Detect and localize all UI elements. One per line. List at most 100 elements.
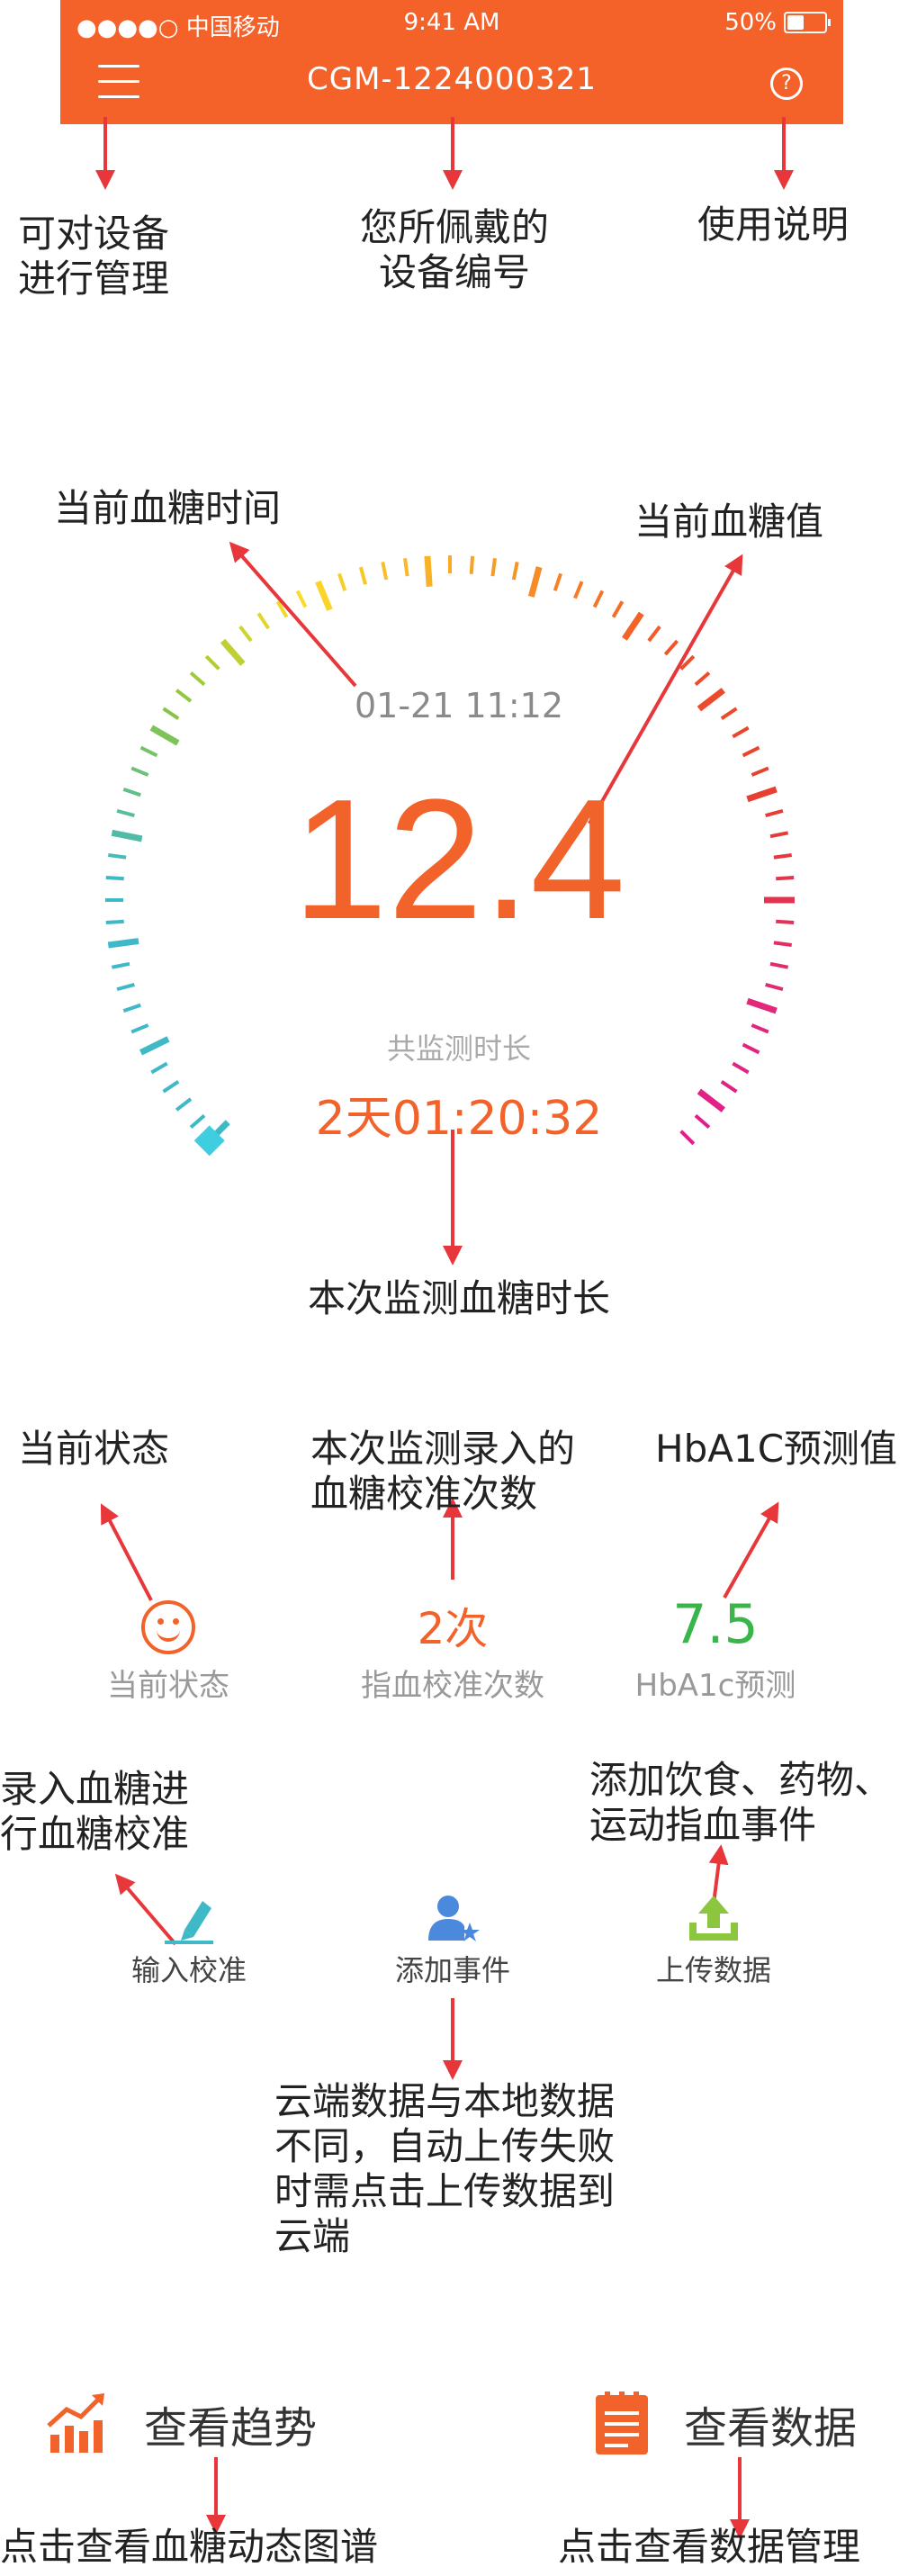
gauge-tick — [204, 654, 220, 671]
add-event-label: 添加事件 — [394, 1953, 510, 1987]
gauge-tick — [130, 766, 149, 777]
annotation-upload-line3: 时需点击上传数据到 — [274, 2169, 616, 2213]
gauge-tick — [175, 1097, 193, 1112]
annotation-device-line2: 设备编号 — [378, 250, 530, 294]
gauge-tick — [130, 1023, 149, 1034]
annotation-input-line2: 行血糖校准 — [0, 1812, 190, 1856]
gauge-tick — [315, 580, 333, 611]
annotation-add-event: 添加饮食、药物、 运动指血事件 — [589, 1758, 892, 1848]
input-calibration-label: 输入校准 — [130, 1953, 247, 1987]
annotation-duration: 本次监测血糖时长 — [307, 1276, 610, 1320]
gauge-tick — [337, 572, 347, 591]
view-data-button[interactable]: 查看数据 — [594, 2390, 857, 2457]
gauge-tick — [189, 671, 206, 687]
gauge-tick — [150, 1061, 168, 1075]
gauge-tick — [769, 831, 789, 839]
glucose-datetime: 01-21 11:12 — [354, 686, 563, 725]
annotation-upload-line1: 云端数据与本地数据 — [274, 2079, 616, 2123]
gauge-tick — [769, 961, 789, 969]
annotation-upload: 云端数据与本地数据 不同，自动上传失败 时需点击上传数据到 云端 — [274, 2079, 615, 2259]
annotation-calib-count: 本次监测录入的 血糖校准次数 — [310, 1427, 575, 1517]
gauge-tick — [139, 1036, 170, 1056]
gauge-tick — [162, 1080, 180, 1094]
view-trend-label: 查看趋势 — [144, 2402, 318, 2454]
gauge-tick — [511, 561, 519, 581]
gauge-tick — [381, 561, 389, 581]
gauge-tick — [122, 1003, 141, 1013]
gauge-tick — [697, 688, 725, 712]
gauge-tick — [742, 745, 760, 758]
gauge-tick — [122, 787, 141, 797]
gauge-tick — [694, 671, 711, 687]
gauge-tick — [773, 941, 792, 947]
gauge-tick — [573, 581, 584, 599]
annotation-event-line1: 添加饮食、药物、 — [589, 1758, 893, 1802]
gauge-tick — [720, 1080, 738, 1094]
calib-count-value: 2次 — [417, 1604, 489, 1654]
annotation-upload-line4: 云端 — [274, 2214, 351, 2258]
annotation-glucose-value: 当前血糖值 — [634, 500, 824, 544]
annotation-trend: 点击查看血糖动态图谱 — [0, 2525, 379, 2569]
gauge-tick — [773, 853, 792, 860]
gauge-tick — [175, 689, 193, 703]
gauge-tick — [256, 612, 270, 630]
view-trend-button[interactable]: 查看趋势 — [45, 2390, 317, 2457]
gauge-tick — [647, 625, 661, 643]
annotation-manage-line2: 进行管理 — [18, 257, 170, 301]
gauge-tick — [403, 558, 409, 577]
gauge-tick — [116, 808, 135, 817]
gauge-tick — [746, 786, 778, 803]
hba1c-label: HbA1c预测 — [634, 1668, 796, 1704]
annotation-hba1c: HbA1C预测值 — [655, 1427, 898, 1471]
gauge-tick — [116, 983, 135, 992]
gauge-tick — [111, 961, 130, 969]
gauge-tick — [765, 983, 784, 992]
annotation-input-calib: 录入血糖进 行血糖校准 — [0, 1767, 189, 1857]
gauge-tick — [765, 808, 784, 817]
gauge-tick — [189, 1113, 206, 1130]
gauge-tick — [358, 566, 367, 585]
upload-data-label: 上传数据 — [655, 1953, 771, 1987]
gauge-tick — [611, 600, 625, 618]
annotation-calib-line1: 本次监测录入的 — [310, 1427, 576, 1471]
upload-data-button[interactable]: 上传数据 — [642, 1890, 786, 1989]
state-label: 当前状态 — [107, 1668, 229, 1704]
document-icon — [596, 2391, 648, 2454]
gauge-tick — [694, 1113, 711, 1130]
annotation-upload-line2: 不同，自动上传失败 — [274, 2124, 616, 2168]
gauge-tick — [732, 1061, 750, 1075]
annotation-calib-line2: 血糖校准次数 — [310, 1472, 538, 1516]
gauge-tick — [663, 639, 679, 656]
smiley-icon — [141, 1600, 195, 1654]
gauge-tick — [732, 725, 750, 739]
gauge-tick — [776, 919, 795, 925]
annotation-current-state: 当前状态 — [18, 1427, 170, 1471]
gauge-tick — [621, 611, 644, 641]
add-event-button[interactable]: 添加事件 — [381, 1890, 525, 1989]
view-data-label: 查看数据 — [684, 2402, 858, 2454]
gauge-tick — [592, 590, 605, 608]
gauge-tick — [139, 745, 158, 758]
gauge-tick — [105, 919, 124, 925]
input-calibration-button[interactable]: 输入校准 — [117, 1890, 261, 1989]
annotation-event-line2: 运动指血事件 — [589, 1803, 817, 1847]
gauge-tick — [149, 725, 180, 746]
user-star-icon — [428, 1896, 480, 1941]
annotation-device-number: 您所佩戴的 设备编号 — [342, 205, 567, 295]
gauge-tick — [751, 1023, 769, 1034]
gauge-tick — [295, 590, 308, 608]
arrow-hba1c — [723, 1501, 779, 1599]
gauge-tick — [238, 625, 253, 643]
duration-value: 2天01:20:32 — [315, 1092, 603, 1146]
annotation-input-line1: 录入血糖进 — [0, 1767, 190, 1811]
annotation-manage-line1: 可对设备 — [18, 212, 170, 256]
pencil-icon — [165, 1901, 213, 1944]
glucose-value: 12.4 — [292, 764, 625, 955]
gauge-tick — [424, 555, 433, 587]
annotation-glucose-time: 当前血糖时间 — [54, 486, 282, 530]
gauge-tick — [746, 997, 778, 1014]
arrow-glucose-time — [229, 541, 357, 688]
annotation-help: 使用说明 — [697, 203, 850, 247]
trend-chart-icon — [47, 2393, 104, 2453]
annotation-data: 点击查看数据管理 — [558, 2525, 861, 2569]
